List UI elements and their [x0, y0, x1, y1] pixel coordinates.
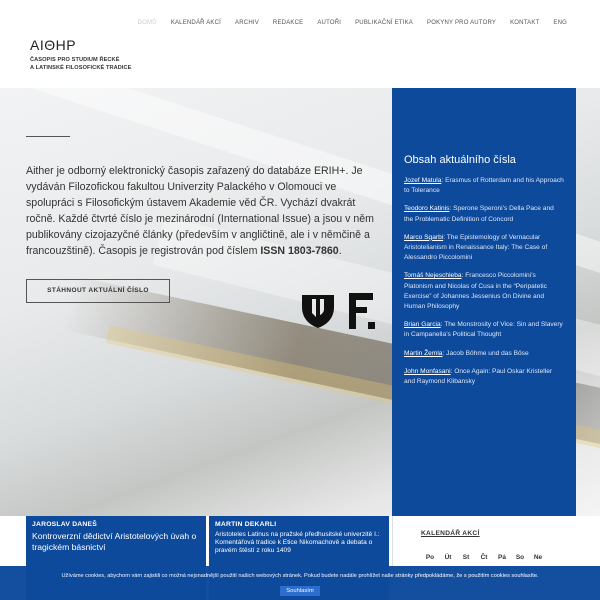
calendar-title[interactable]: KALENDÁŘ AKCÍ — [421, 530, 480, 537]
card-author: JAROSLAV DANEŠ — [32, 521, 97, 528]
weekday-label: Ne — [533, 554, 543, 561]
weekday-label: Út — [444, 554, 452, 561]
logo-mark: AIΘHP — [30, 37, 77, 53]
article-author[interactable]: Jozef Matula — [404, 177, 441, 184]
weekday-label: So — [515, 554, 525, 561]
nav-item-events[interactable]: KALENDÁŘ AKCÍ — [164, 20, 228, 26]
issue-article: Marco Sgarbi: The Epistemology of Vernac… — [404, 233, 548, 262]
nav-item-guidelines[interactable]: POKYNY PRO AUTORY — [420, 20, 503, 26]
hero-issn: ISSN 1803-7860 — [260, 245, 339, 257]
download-current-issue-button[interactable]: STÁHNOUT AKTUÁLNÍ ČÍSLO — [26, 279, 170, 303]
hero-divider — [26, 136, 70, 137]
nav-item-archive[interactable]: ARCHIV — [228, 20, 266, 26]
faculty-of-arts-logo[interactable] — [349, 293, 375, 329]
issue-article: John Monfasani: Once Again: Paul Oskar K… — [404, 367, 553, 386]
nav-item-authors[interactable]: AUTOŘI — [310, 20, 348, 26]
nav-item-language[interactable]: ENG — [546, 20, 574, 26]
article-author[interactable]: Brian Garcia — [404, 321, 441, 328]
logo-subtitle-line2: A LATINSKÉ FILOSOFICKÉ TRADICE — [30, 65, 132, 71]
nav-item-ethics[interactable]: PUBLIKAČNÍ ETIKA — [348, 20, 420, 26]
current-issue-panel: Obsah aktuálního čísla Jozef Matula: Era… — [392, 88, 576, 516]
article-title[interactable]: Jacob Böhme und das Böse — [446, 350, 528, 357]
hero-description-text: Aither je odborný elektronický časopis z… — [26, 165, 374, 257]
weekday-label: Po — [425, 554, 435, 561]
main-nav: DOMŮ KALENDÁŘ AKCÍ ARCHIV REDAKCE AUTOŘI… — [131, 20, 574, 26]
calendar-weekdays: Po Út St Čt Pá So Ne — [421, 554, 547, 561]
card-title: Kontroverzní dědictví Aristotelových úva… — [32, 531, 197, 552]
cookie-consent-text: Užíváme cookies, abychom vám zajistili c… — [61, 573, 539, 579]
current-issue-title[interactable]: Obsah aktuálního čísla — [404, 154, 564, 166]
nav-item-contact[interactable]: KONTAKT — [503, 20, 546, 26]
issue-article: Martin Žemla: Jacob Böhme und das Böse — [404, 349, 529, 357]
issue-article: Brian Garcia: The Monstrosity of Vice: S… — [404, 321, 563, 339]
nav-item-editors[interactable]: REDAKCE — [266, 20, 310, 26]
cookie-consent-bar: Užíváme cookies, abychom vám zajistili c… — [0, 566, 600, 600]
card-title: Aristoteles Latinus na pražské předhusit… — [215, 531, 380, 555]
weekday-label: Čt — [480, 554, 488, 561]
article-author[interactable]: Tomáš Nejeschleba — [404, 272, 462, 279]
nav-item-home[interactable]: DOMŮ — [131, 20, 164, 26]
weekday-label: Pá — [498, 554, 506, 561]
article-author[interactable]: John Monfasani — [404, 368, 451, 375]
article-author[interactable]: Martin Žemla — [404, 350, 442, 357]
logo-subtitle: ČASOPIS PRO STUDIUM ŘECKÉ A LATINSKÉ FIL… — [30, 56, 132, 72]
article-author[interactable]: Marco Sgarbi — [404, 234, 443, 241]
site-header: DOMŮ KALENDÁŘ AKCÍ ARCHIV REDAKCE AUTOŘI… — [0, 0, 600, 88]
card-author: MARTIN DEKARLI — [215, 521, 277, 528]
weekday-label: St — [462, 554, 470, 561]
logo-subtitle-line1: ČASOPIS PRO STUDIUM ŘECKÉ — [30, 57, 120, 63]
issue-article: Teodoro Katinis: Sperone Speroni’s Della… — [404, 205, 554, 223]
issue-article: Tomáš Nejeschleba: Francesco Piccolomini… — [404, 272, 547, 311]
site-logo[interactable]: AIΘHP ČASOPIS PRO STUDIUM ŘECKÉ A LATINS… — [30, 38, 132, 72]
article-author[interactable]: Teodoro Katinis — [404, 205, 449, 212]
hero-description: Aither je odborný elektronický časopis z… — [26, 163, 384, 259]
hero-issn-suffix: . — [338, 245, 342, 257]
issue-article: Jozef Matula: Erasmus of Rotterdam and h… — [404, 177, 564, 195]
cookie-accept-button[interactable]: Souhlasím — [280, 586, 320, 596]
palacky-university-logo[interactable] — [300, 293, 336, 329]
